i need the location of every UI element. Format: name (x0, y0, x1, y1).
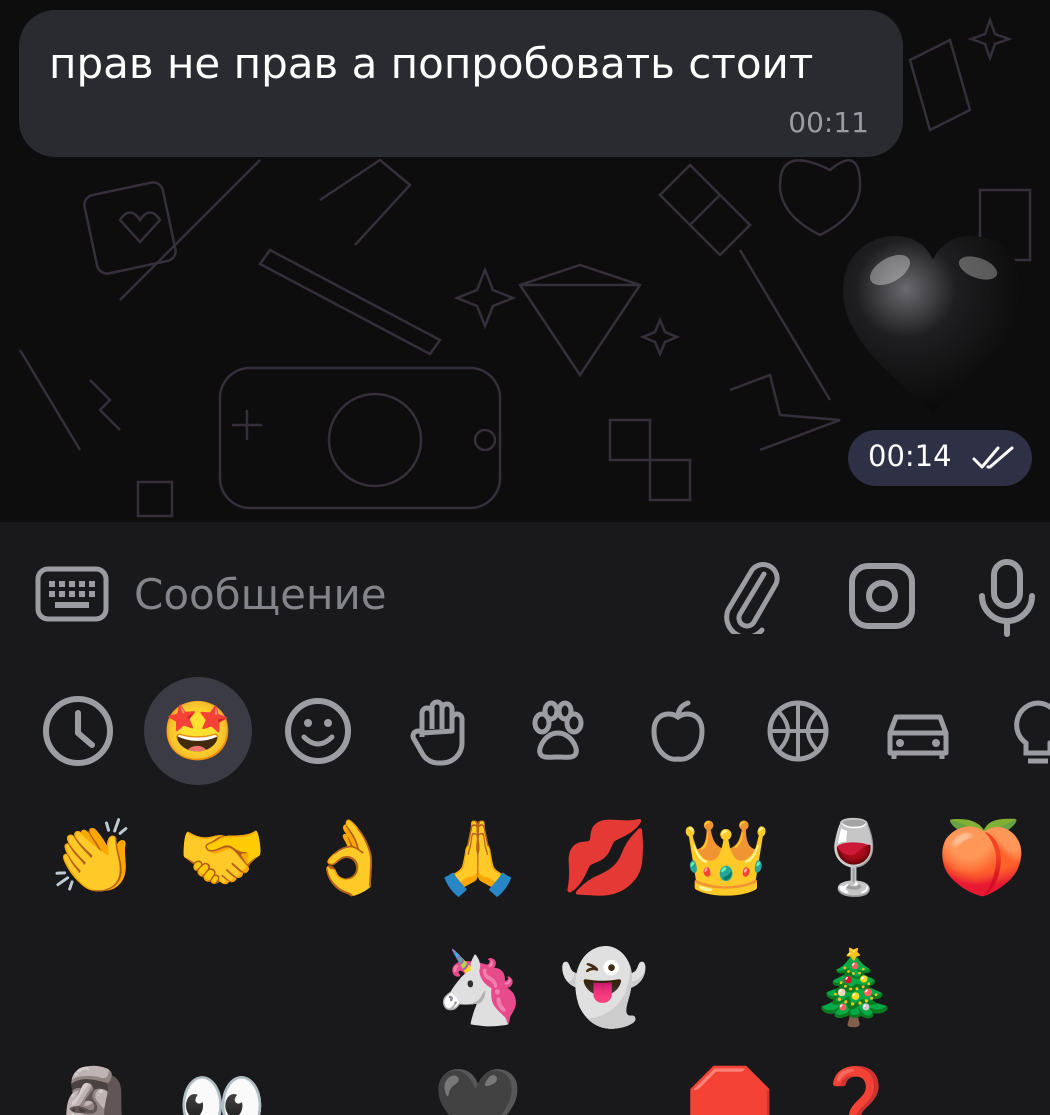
category-activity[interactable] (744, 677, 852, 785)
emoji-eyes[interactable]: 👀 (172, 1055, 272, 1115)
star-struck-emoji: 🤩 (161, 697, 235, 765)
microphone-icon[interactable] (974, 558, 1040, 638)
apple-icon (651, 700, 705, 762)
emoji-question-mark[interactable]: ❓ (806, 1055, 906, 1115)
emoji-handshake[interactable]: 🤝 (172, 807, 272, 907)
incoming-message-bubble[interactable]: прав не прав а попробовать стоит 00:11 (19, 10, 903, 157)
smiley-icon (285, 698, 351, 764)
message-text: прав не прав а попробовать стоит (49, 39, 814, 88)
emoji-stop-sign[interactable]: 🛑 (680, 1055, 780, 1115)
emoji-clapping-hands[interactable]: 👏 (44, 807, 144, 907)
emoji-peach[interactable]: 🍑 (932, 807, 1032, 907)
camera-icon[interactable] (848, 562, 916, 630)
category-recent[interactable] (24, 677, 132, 785)
emoji-folded-hands[interactable]: 🙏 (428, 807, 528, 907)
category-animated-emoji[interactable]: 🤩 (144, 677, 252, 785)
ball-icon (767, 700, 829, 762)
clock-icon (43, 696, 113, 766)
message-composer: Сообщение (0, 522, 1050, 670)
emoji-grid: 👏 🤝 👌 🙏 💋 👑 🍷 🍑 🦄 👻 🎄 🗿 👀 🖤 🛑 ❓ (0, 807, 1050, 1115)
sticker-time-pill: 00:14 (848, 430, 1032, 486)
category-people[interactable] (384, 677, 492, 785)
car-icon (887, 714, 949, 759)
emoji-kiss-mark[interactable]: 💋 (556, 807, 656, 907)
emoji-moai[interactable]: 🗿 (44, 1055, 144, 1115)
paperclip-icon[interactable] (720, 558, 782, 634)
double-check-icon (972, 446, 1014, 469)
emoji-wine-glass[interactable]: 🍷 (804, 807, 904, 907)
keyboard-icon[interactable] (35, 566, 109, 622)
black-heart-sticker[interactable] (838, 228, 1028, 418)
emoji-black-heart[interactable]: 🖤 (428, 1055, 528, 1115)
category-food[interactable] (624, 677, 732, 785)
emoji-ok-hand[interactable]: 👌 (300, 807, 400, 907)
emoji-crown[interactable]: 👑 (676, 807, 776, 907)
emoji-category-bar: 🤩 (0, 677, 1050, 787)
emoji-panel: Сообщение 🤩 👏 🤝 👌 🙏 💋 👑 🍷 🍑 🦄 👻 🎄 🗿 👀 🖤 … (0, 522, 1050, 1115)
chat-area: прав не прав а попробовать стоит 00:11 0… (0, 0, 1050, 522)
category-smileys[interactable] (264, 677, 372, 785)
paw-icon (532, 700, 584, 760)
emoji-unicorn[interactable]: 🦄 (430, 937, 530, 1037)
message-input[interactable]: Сообщение (134, 570, 387, 619)
message-time: 00:11 (788, 106, 869, 139)
sticker-time: 00:14 (868, 439, 952, 473)
emoji-christmas-tree[interactable]: 🎄 (804, 937, 904, 1037)
bulb-icon (1014, 700, 1050, 764)
category-objects[interactable] (984, 677, 1050, 785)
emoji-ghost[interactable]: 👻 (554, 937, 654, 1037)
category-animals[interactable] (504, 677, 612, 785)
hand-icon (410, 699, 465, 766)
category-travel[interactable] (864, 677, 972, 785)
